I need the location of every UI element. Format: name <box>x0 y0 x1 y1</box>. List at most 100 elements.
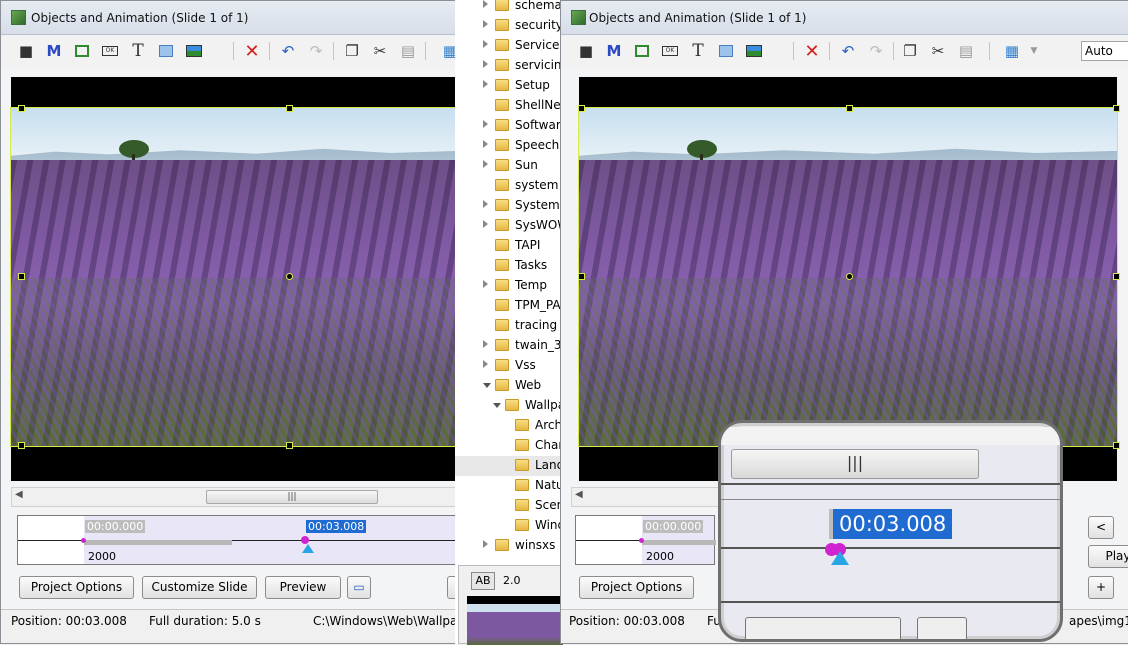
time-cursor-icon[interactable] <box>302 544 314 553</box>
time-cursor-icon[interactable] <box>831 551 849 565</box>
folder-tree-item[interactable]: twain_32 <box>455 336 565 356</box>
resize-handle[interactable] <box>286 442 293 449</box>
button-icon[interactable]: OK <box>99 40 121 62</box>
slide-thumbnail[interactable] <box>467 596 563 645</box>
resize-handle[interactable] <box>1113 442 1120 449</box>
resize-handle[interactable] <box>18 105 25 112</box>
collapsed-arrow-icon[interactable] <box>483 20 488 28</box>
folder-tree-item[interactable]: Arch <box>455 416 565 436</box>
keyframe-start-icon[interactable] <box>81 538 86 543</box>
folder-tree-item[interactable]: Scen <box>455 496 565 516</box>
collapsed-arrow-icon[interactable] <box>483 60 488 68</box>
folder-tree-item[interactable]: tracing <box>455 316 565 336</box>
animation-timeline[interactable]: 00:00.000 2000 <box>575 515 716 565</box>
resize-handle[interactable] <box>846 105 853 112</box>
play-button[interactable]: Play <box>1088 545 1128 568</box>
text-icon[interactable]: T <box>127 40 149 62</box>
keyframe-start-icon[interactable] <box>639 538 644 543</box>
image-icon[interactable] <box>743 40 765 62</box>
folder-tree-item[interactable]: Sun <box>455 156 565 176</box>
resize-handle[interactable] <box>286 105 293 112</box>
folder-tree-item[interactable]: System3 <box>455 196 565 216</box>
resize-handle[interactable] <box>18 442 25 449</box>
project-options-button[interactable]: Project Options <box>579 576 694 599</box>
redo-icon[interactable]: ↷ <box>865 40 887 62</box>
copy-icon[interactable]: ❐ <box>899 40 921 62</box>
lavender-field-image[interactable] <box>10 107 455 447</box>
slide-canvas[interactable] <box>10 77 455 481</box>
previous-button[interactable]: < <box>1088 516 1114 539</box>
folder-tree-item[interactable]: Land <box>455 456 565 476</box>
delete-icon[interactable]: ✕ <box>241 40 263 62</box>
collapsed-arrow-icon[interactable] <box>483 40 488 48</box>
folder-tree-item[interactable]: Wind <box>455 516 565 536</box>
center-handle[interactable] <box>846 273 853 280</box>
ab-button[interactable]: AB <box>471 572 495 590</box>
resize-handle[interactable] <box>578 273 585 280</box>
add-button[interactable]: + <box>1088 576 1114 599</box>
resize-handle[interactable] <box>578 105 585 112</box>
resize-handle[interactable] <box>18 273 25 280</box>
grid-icon[interactable]: ▦ <box>1001 40 1023 62</box>
collapsed-arrow-icon[interactable] <box>483 280 488 288</box>
scroll-left-icon[interactable]: ◀ <box>575 489 583 500</box>
image-icon[interactable] <box>183 40 205 62</box>
paste-icon[interactable]: ▤ <box>397 40 419 62</box>
animation-timeline[interactable]: 00:00.000 00:03.008 2000 <box>17 515 455 565</box>
collapsed-arrow-icon[interactable] <box>483 80 488 88</box>
folder-tree-item[interactable]: ShellNew <box>455 96 565 116</box>
folder-tree-item[interactable]: winsxs <box>455 536 565 556</box>
frame-icon[interactable] <box>155 40 177 62</box>
rectangle-icon[interactable] <box>71 40 93 62</box>
text-icon[interactable]: T <box>687 40 709 62</box>
delete-icon[interactable]: ✕ <box>801 40 823 62</box>
folder-tree-item[interactable]: SysWOW <box>455 216 565 236</box>
collapsed-arrow-icon[interactable] <box>483 340 488 348</box>
camera-icon[interactable]: ■ <box>575 40 597 62</box>
folder-tree-item[interactable]: Web <box>455 376 565 396</box>
mask-icon[interactable]: M <box>603 40 625 62</box>
scrollbar-thumb[interactable]: ||| <box>206 490 378 504</box>
customize-slide-button[interactable]: Customize Slide <box>142 576 257 599</box>
folder-tree-item[interactable]: schemas <box>455 0 565 16</box>
expanded-arrow-icon[interactable] <box>493 403 501 408</box>
folder-tree-item[interactable]: security <box>455 16 565 36</box>
collapsed-arrow-icon[interactable] <box>483 140 488 148</box>
undo-icon[interactable]: ↶ <box>837 40 859 62</box>
folder-tree-item[interactable]: Setup <box>455 76 565 96</box>
folder-tree-item[interactable]: Vss <box>455 356 565 376</box>
cut-icon[interactable]: ✂ <box>927 40 949 62</box>
folder-tree-item[interactable]: ServiceP <box>455 36 565 56</box>
folder-tree-item[interactable]: TPM_PA <box>455 296 565 316</box>
horizontal-scrollbar[interactable]: ◀ <box>571 487 721 507</box>
scroll-left-icon[interactable]: ◀ <box>15 489 23 500</box>
horizontal-scrollbar[interactable]: ◀ ||| <box>11 487 455 507</box>
mask-icon[interactable]: M <box>43 40 65 62</box>
camera-icon[interactable]: ■ <box>15 40 37 62</box>
grid-dropdown-icon[interactable]: ▼ <box>1023 40 1045 62</box>
expanded-arrow-icon[interactable] <box>483 383 491 388</box>
folder-tree-item[interactable]: Wallpa <box>455 396 565 416</box>
copy-icon[interactable]: ❐ <box>341 40 363 62</box>
folder-tree-item[interactable]: Temp <box>455 276 565 296</box>
collapsed-arrow-icon[interactable] <box>483 540 488 548</box>
cut-icon[interactable]: ✂ <box>369 40 391 62</box>
undo-icon[interactable]: ↶ <box>277 40 299 62</box>
collapsed-arrow-icon[interactable] <box>483 360 488 368</box>
center-handle[interactable] <box>286 273 293 280</box>
frame-icon[interactable] <box>715 40 737 62</box>
button-icon[interactable]: OK <box>659 40 681 62</box>
collapsed-arrow-icon[interactable] <box>483 0 488 8</box>
zoom-scrollbar-thumb[interactable]: ||| <box>731 449 979 479</box>
preview-button[interactable]: Preview <box>265 576 341 599</box>
folder-tree-item[interactable]: Tasks <box>455 256 565 276</box>
resize-handle[interactable] <box>1113 105 1120 112</box>
grid-icon[interactable]: ▦ <box>439 40 455 62</box>
folder-tree-item[interactable]: Speech <box>455 136 565 156</box>
collapsed-arrow-icon[interactable] <box>483 120 488 128</box>
collapsed-arrow-icon[interactable] <box>483 220 488 228</box>
keyframe-icon[interactable] <box>301 536 309 544</box>
project-options-button[interactable]: Project Options <box>19 576 134 599</box>
collapsed-arrow-icon[interactable] <box>483 200 488 208</box>
collapsed-arrow-icon[interactable] <box>483 160 488 168</box>
